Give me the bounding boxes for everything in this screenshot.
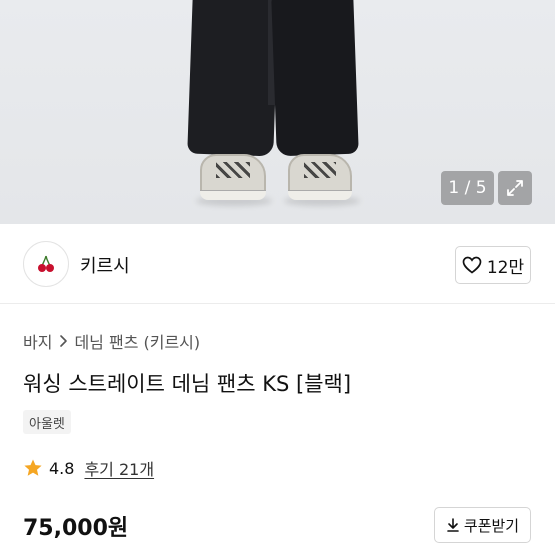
- like-count: 12만: [486, 257, 525, 278]
- product-title: 워싱 스트레이트 데님 팬츠 KS [블랙]: [23, 372, 352, 396]
- pants-leg-left: [187, 0, 279, 157]
- coupon-label: 쿠폰받기: [463, 516, 520, 535]
- pants-leg-right: [271, 0, 359, 157]
- rating-score: 4.8: [49, 458, 75, 478]
- heart-outline-icon: [462, 256, 482, 274]
- shoe-right: [288, 154, 352, 200]
- store-avatar[interactable]: [23, 241, 69, 287]
- cherry-icon: [38, 255, 54, 272]
- store-name[interactable]: 키르시: [80, 252, 130, 278]
- download-icon: [447, 518, 459, 532]
- price: 75,000원: [23, 516, 129, 541]
- shoe-left: [200, 154, 266, 200]
- breadcrumb-subcategory[interactable]: 데님 팬츠 (키르시): [74, 329, 200, 353]
- product-image[interactable]: 1 / 5: [0, 0, 555, 224]
- like-button[interactable]: 12만: [455, 246, 531, 284]
- star-icon: [24, 459, 42, 476]
- image-counter: 1 / 5: [441, 171, 494, 205]
- outlet-tag: 아울렛: [23, 410, 71, 434]
- store-row: 키르시 12만: [0, 224, 555, 304]
- review-link[interactable]: 후기 21개: [84, 456, 154, 480]
- expand-button[interactable]: [498, 171, 532, 205]
- expand-icon: [507, 180, 523, 196]
- breadcrumb: 바지 데님 팬츠 (키르시): [23, 329, 200, 353]
- coupon-button[interactable]: 쿠폰받기: [434, 507, 531, 543]
- rating-row: 4.8 후기 21개: [23, 456, 154, 480]
- chevron-right-icon: [60, 335, 68, 347]
- breadcrumb-category[interactable]: 바지: [23, 329, 52, 353]
